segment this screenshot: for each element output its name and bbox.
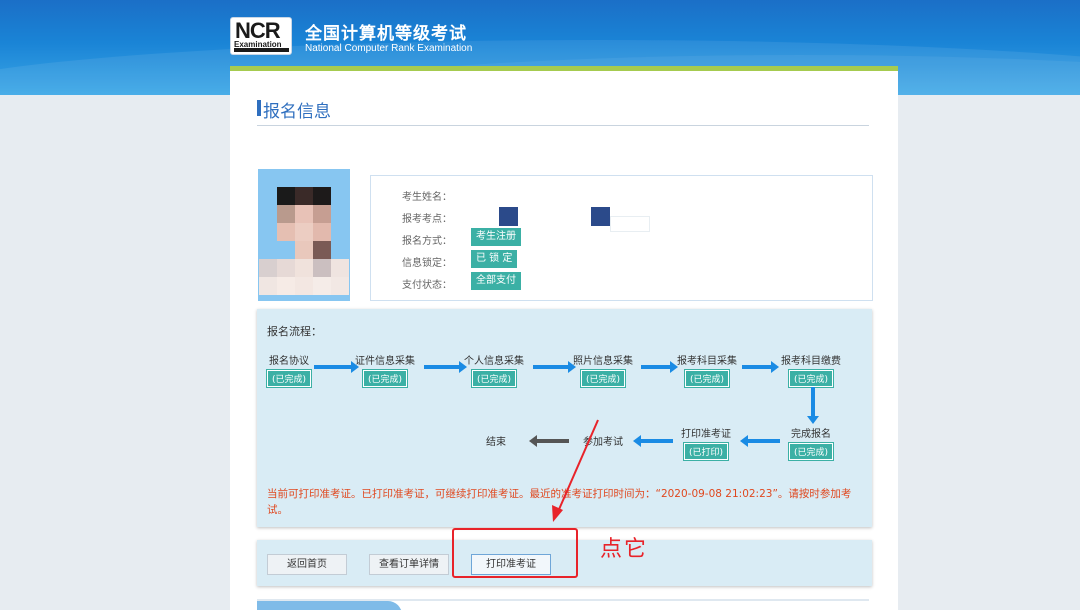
annotation-arrow: [552, 419, 599, 522]
annotation-highlight-box: [452, 528, 578, 578]
annotation-text: 点它: [600, 537, 649, 562]
